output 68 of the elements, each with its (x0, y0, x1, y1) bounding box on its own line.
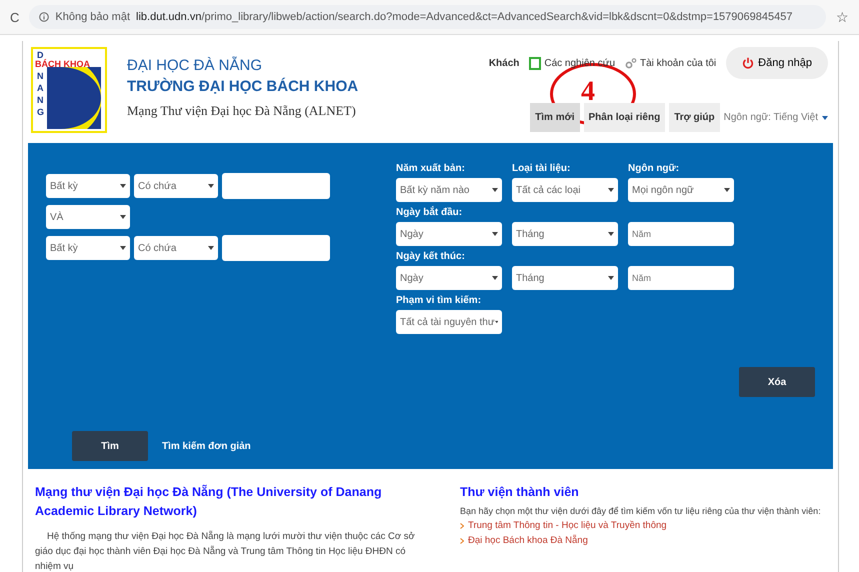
account-link[interactable]: Tài khoản của tôi (640, 58, 716, 68)
select-field[interactable]: Bất kỳ năm nào (396, 178, 502, 202)
select-field[interactable]: Tháng (512, 266, 618, 290)
reload-icon[interactable]: C (10, 10, 20, 24)
filter-label: Ngày bắt đầu: (396, 207, 464, 218)
caret-icon (208, 184, 214, 188)
search-input[interactable] (222, 173, 330, 199)
folder-icon (529, 56, 542, 70)
select-field[interactable]: Tháng (512, 222, 618, 246)
info-icon (39, 12, 50, 22)
caret-icon (492, 276, 498, 280)
select-field[interactable]: Ngày (396, 222, 502, 246)
filter-label: Năm xuất bản: (396, 163, 466, 174)
caret-icon (494, 320, 498, 324)
library-link[interactable]: Đại học Bách khoa Đà Nẵng (468, 535, 588, 546)
select-field[interactable]: Mọi ngôn ngữ (628, 178, 734, 202)
university-name: ĐẠI HỌC ĐÀ NẴNG (127, 57, 264, 74)
search-input[interactable] (222, 235, 330, 261)
clear-button[interactable]: Xóa (739, 367, 815, 397)
caret-icon (492, 232, 498, 236)
filter-label: Phạm vi tìm kiếm: (396, 295, 482, 306)
language-selector[interactable]: Ngôn ngữ: Tiếng Việt (724, 112, 818, 123)
about-paragraph: Hệ thống mạng thư viện Đại học Đà Nẵng là mạng lưới mười thư viện thuộc các Cơ sở giáo dục đại học thành viên Đại học Đà Nẵng và Trung tâm Thông tin Học liệu ĐHĐN có nhiệm vụ (35, 530, 416, 572)
chevron-icon (460, 522, 464, 528)
caret-icon (120, 246, 126, 250)
select-field[interactable]: Có chứa (134, 236, 218, 260)
simple-search-link[interactable]: Tìm kiếm đơn giản (162, 440, 251, 452)
input-field[interactable]: Năm (628, 222, 734, 246)
dropdown-caret-icon (822, 116, 828, 120)
address-bar[interactable]: Không bảo mật lib.dut.udn.vn/primo_library/libweb/action/search.do?mode=Advanced&ct=AdvancedSearch&vid=lbk&dscnt=0&dstmp=1579069845457 (29, 5, 826, 29)
caret-icon (608, 188, 614, 192)
caret-icon (608, 276, 614, 280)
select-field[interactable]: Tất cả các loại (512, 178, 618, 202)
bookmark-star-icon[interactable]: ☆ (836, 9, 849, 25)
school-name: TRƯỜNG ĐẠI HỌC BÁCH KHOA (127, 78, 358, 95)
gears-icon (625, 58, 637, 68)
select-field[interactable]: Bất kỳ (46, 174, 130, 198)
network-name: Mạng Thư viện Đại học Đà Nẵng (ALNET) (127, 103, 357, 119)
university-logo: D BÁCH KHOA N A N G (31, 47, 107, 133)
guest-label: Khách (488, 58, 520, 68)
input-field[interactable]: Năm (628, 266, 734, 290)
select-field[interactable]: VÀ (46, 205, 130, 229)
filter-label: Ngày kết thúc: (396, 251, 466, 262)
search-button[interactable]: Tìm (72, 431, 148, 461)
section-title: Mạng thư viện Đại học Đà Nẵng (The University of Danang Academic Library Network) (35, 485, 382, 518)
nav-tab[interactable]: Trợ giúp (669, 103, 720, 132)
select-field[interactable]: Ngày (396, 266, 502, 290)
caret-icon (120, 215, 126, 219)
login-button[interactable]: Đăng nhập (726, 47, 828, 79)
url-text: lib.dut.udn.vn/primo_library/libweb/action/search.do?mode=Advanced&ct=AdvancedSearch&vid=lbk&dscnt=0&dstmp=1579069845457 (136, 11, 792, 23)
caret-icon (608, 232, 614, 236)
chevron-icon (460, 538, 464, 544)
library-link[interactable]: Trung tâm Thông tin - Học liệu và Truyền thông (468, 520, 667, 531)
select-field[interactable]: Có chứa (134, 174, 218, 198)
members-intro: Bạn hãy chọn một thư viện dưới đây để tìm kiếm vốn tư liệu riêng của thư viện thành viên: (460, 506, 822, 516)
select-field[interactable]: Tất cả tài nguyên thư (396, 310, 502, 334)
caret-icon (208, 246, 214, 250)
select-field[interactable]: Bất kỳ (46, 236, 130, 260)
caret-icon (724, 188, 730, 192)
power-icon (742, 57, 754, 69)
filter-label: Ngôn ngữ: (628, 163, 680, 174)
section-title: Thư viện thành viên (460, 484, 580, 501)
caret-icon (120, 184, 126, 188)
caret-icon (492, 188, 498, 192)
nav-tab[interactable]: Phân loại riêng (584, 103, 666, 132)
filter-label: Loại tài liệu: (512, 163, 572, 174)
nav-tab[interactable]: Tìm mới (530, 103, 580, 132)
security-label: Không bảo mật (55, 11, 130, 23)
